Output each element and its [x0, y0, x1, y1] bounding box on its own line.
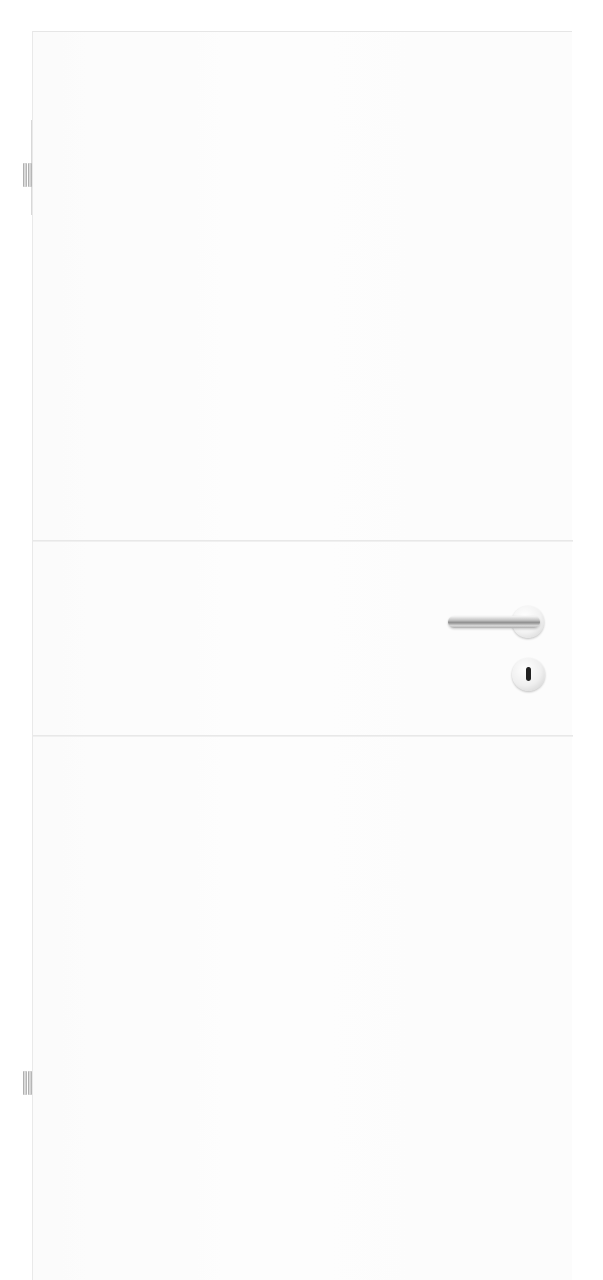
- door-photo: [0, 0, 603, 1280]
- top-hinge-icon: [23, 163, 32, 187]
- lower-groove-line: [33, 735, 573, 737]
- door-panel: [32, 31, 573, 1280]
- hinge-leaf: [23, 163, 27, 187]
- upper-groove-line: [33, 540, 573, 542]
- key-escutcheon: [512, 658, 545, 691]
- keyhole-icon: [526, 667, 531, 681]
- door-handle-lever[interactable]: [448, 616, 540, 628]
- hinge-leaf: [23, 1071, 27, 1095]
- bottom-hinge-icon: [23, 1071, 32, 1095]
